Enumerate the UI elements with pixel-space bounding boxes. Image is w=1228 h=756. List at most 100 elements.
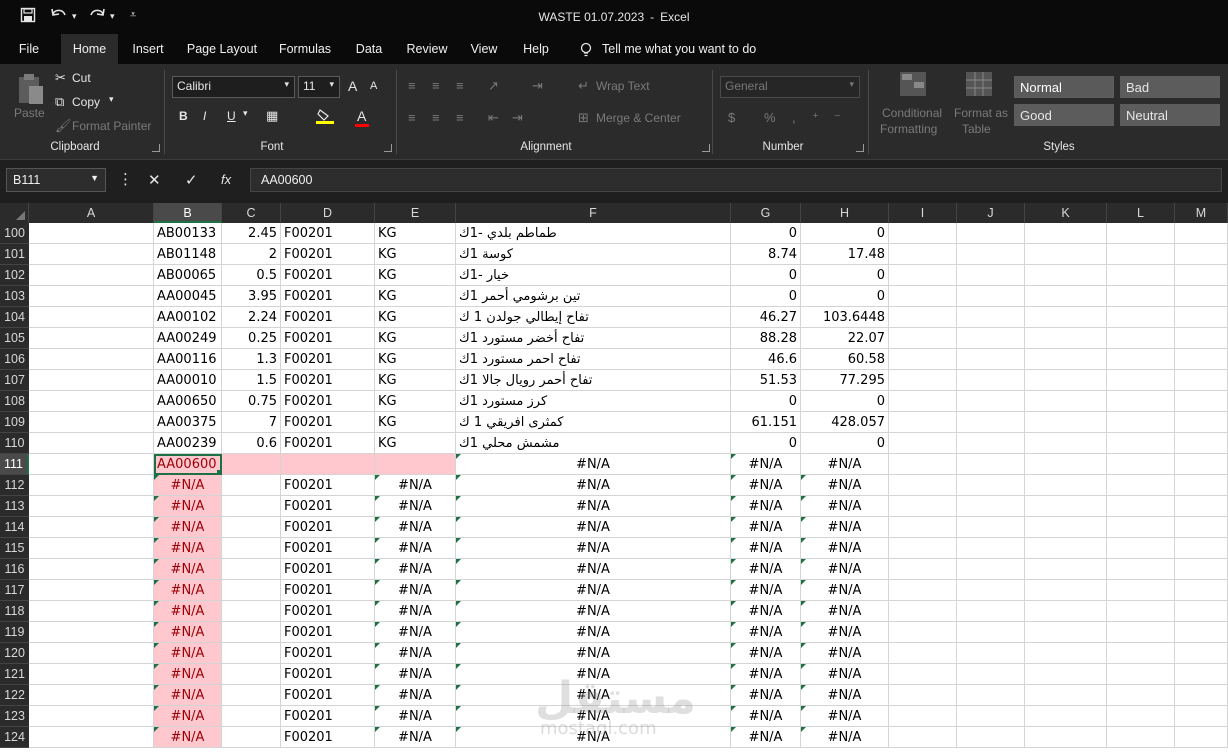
tell-me-search[interactable]: Tell me what you want to do (602, 34, 762, 64)
cell-f[interactable]: #N/A (456, 727, 731, 748)
cell-k[interactable] (1025, 664, 1107, 685)
cell-a[interactable] (29, 559, 154, 580)
cell-c[interactable] (222, 517, 281, 538)
cell-c[interactable] (222, 496, 281, 517)
cell-a[interactable] (29, 622, 154, 643)
cell-m[interactable] (1175, 664, 1228, 685)
cell-h[interactable]: #N/A (801, 538, 889, 559)
cell-j[interactable] (957, 391, 1025, 412)
cell-k[interactable] (1025, 685, 1107, 706)
cell-l[interactable] (1107, 328, 1175, 349)
cell-l[interactable] (1107, 601, 1175, 622)
cell-f[interactable]: #N/A (456, 706, 731, 727)
font-launcher-icon[interactable] (384, 144, 392, 152)
underline-button[interactable]: U (227, 109, 236, 123)
cell-g[interactable]: 0 (731, 265, 801, 286)
select-all-button[interactable] (0, 203, 29, 223)
cell-g[interactable]: #N/A (731, 559, 801, 580)
cell-b[interactable]: AA00249 (154, 328, 222, 349)
cell-h[interactable]: #N/A (801, 517, 889, 538)
cell-d[interactable]: F00201 (281, 496, 375, 517)
cell-d[interactable]: F00201 (281, 223, 375, 244)
cell-e[interactable]: #N/A (375, 706, 456, 727)
cell-h[interactable]: #N/A (801, 727, 889, 748)
column-header-j[interactable]: J (957, 203, 1025, 223)
font-name-select[interactable]: Calibri ▾ (172, 76, 295, 98)
cell-b[interactable]: AB00065 (154, 265, 222, 286)
cell-b[interactable]: AA00010 (154, 370, 222, 391)
cell-m[interactable] (1175, 433, 1228, 454)
cell-k[interactable] (1025, 433, 1107, 454)
row-header[interactable]: 109 (0, 412, 29, 433)
cell-j[interactable] (957, 307, 1025, 328)
orientation-icon[interactable]: ↗ (488, 78, 499, 94)
column-header-g[interactable]: G (731, 203, 801, 223)
merge-center-button[interactable]: Merge & Center (596, 111, 681, 125)
column-header-l[interactable]: L (1107, 203, 1175, 223)
cell-m[interactable] (1175, 412, 1228, 433)
cell-j[interactable] (957, 454, 1025, 475)
cell-f[interactable]: كوسة 1ك (456, 244, 731, 265)
cell-g[interactable]: #N/A (731, 601, 801, 622)
row-header[interactable]: 120 (0, 643, 29, 664)
cell-e[interactable]: KG (375, 307, 456, 328)
cell-k[interactable] (1025, 244, 1107, 265)
cell-b[interactable]: #N/A (154, 643, 222, 664)
enter-icon[interactable]: ✓ (185, 171, 198, 189)
bold-button[interactable]: B (179, 109, 188, 123)
cell-l[interactable] (1107, 538, 1175, 559)
row-header[interactable]: 101 (0, 244, 29, 265)
cell-m[interactable] (1175, 286, 1228, 307)
cell-e[interactable]: #N/A (375, 685, 456, 706)
cell-m[interactable] (1175, 391, 1228, 412)
cell-f[interactable]: تفاح إيطالي جولدن 1 ك (456, 307, 731, 328)
format-painter-button[interactable]: Format Painter (72, 119, 151, 133)
cell-k[interactable] (1025, 307, 1107, 328)
cell-g[interactable]: #N/A (731, 664, 801, 685)
style-good[interactable]: Good (1014, 104, 1114, 126)
cell-j[interactable] (957, 517, 1025, 538)
cell-e[interactable]: #N/A (375, 559, 456, 580)
cell-g[interactable]: #N/A (731, 475, 801, 496)
cell-l[interactable] (1107, 370, 1175, 391)
cell-h[interactable]: 60.58 (801, 349, 889, 370)
alignment-launcher-icon[interactable] (702, 144, 710, 152)
active-cell[interactable]: AA00600 (154, 454, 222, 475)
cell-a[interactable] (29, 286, 154, 307)
cell-i[interactable] (889, 265, 957, 286)
currency-button[interactable]: $ (728, 110, 735, 125)
cell-b[interactable]: AA00045 (154, 286, 222, 307)
cell-a[interactable] (29, 580, 154, 601)
cell-e[interactable]: KG (375, 223, 456, 244)
style-normal[interactable]: Normal (1014, 76, 1114, 98)
format-as-table-button[interactable]: Format as (954, 106, 1008, 120)
row-header[interactable]: 100 (0, 223, 29, 244)
cell-d[interactable]: F00201 (281, 475, 375, 496)
cell-m[interactable] (1175, 601, 1228, 622)
cell-b[interactable]: #N/A (154, 706, 222, 727)
clipboard-launcher-icon[interactable] (152, 144, 160, 152)
row-header[interactable]: 123 (0, 706, 29, 727)
cell-c[interactable]: 0.6 (222, 433, 281, 454)
cell-j[interactable] (957, 475, 1025, 496)
cell-k[interactable] (1025, 223, 1107, 244)
cell-h[interactable]: #N/A (801, 643, 889, 664)
tab-file[interactable]: File (10, 34, 48, 64)
cell-h[interactable]: 428.057 (801, 412, 889, 433)
cell-f[interactable]: #N/A (456, 538, 731, 559)
cell-d[interactable]: F00201 (281, 538, 375, 559)
cell-l[interactable] (1107, 664, 1175, 685)
column-header-k[interactable]: K (1025, 203, 1107, 223)
font-size-select[interactable]: 11 ▾ (298, 76, 340, 98)
cell-d[interactable]: F00201 (281, 433, 375, 454)
cell-g[interactable]: #N/A (731, 727, 801, 748)
cell-j[interactable] (957, 643, 1025, 664)
row-header[interactable]: 111 (0, 454, 29, 475)
underline-dropdown-icon[interactable]: ▾ (243, 108, 248, 119)
align-middle-icon[interactable]: ≡ (432, 78, 440, 93)
cell-l[interactable] (1107, 286, 1175, 307)
cell-l[interactable] (1107, 559, 1175, 580)
cell-c[interactable] (222, 580, 281, 601)
paste-icon[interactable] (16, 72, 46, 109)
cell-f[interactable]: #N/A (456, 517, 731, 538)
